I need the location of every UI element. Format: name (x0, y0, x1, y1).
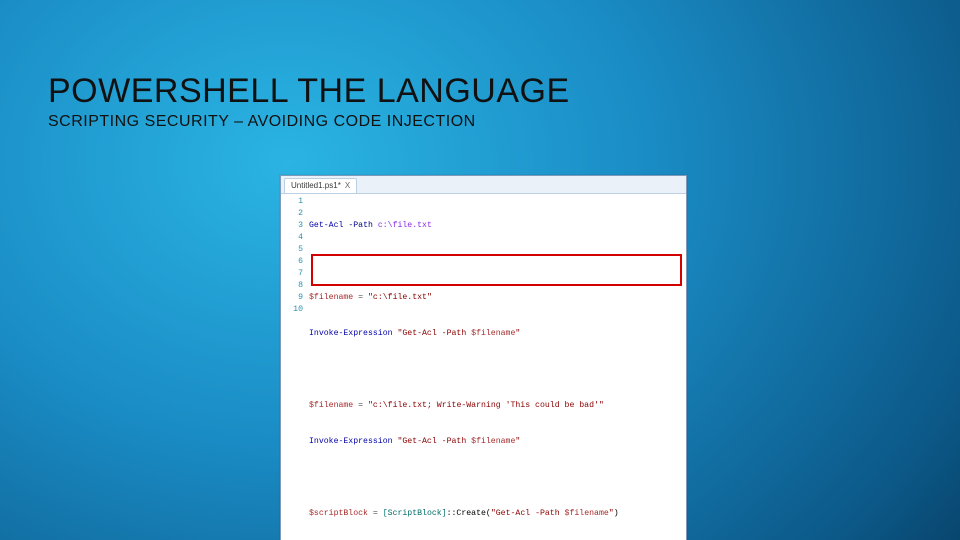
code-line: Get-Acl -Path c:\file.txt (309, 220, 686, 232)
line-number: 2 (281, 208, 303, 220)
code-editor: Untitled1.ps1* X 1 2 3 4 5 6 7 8 9 10 Ge… (280, 175, 687, 540)
tab-bar: Untitled1.ps1* X (281, 176, 686, 194)
slide-subtitle: SCRIPTING SECURITY – AVOIDING CODE INJEC… (48, 113, 912, 131)
line-number: 8 (281, 280, 303, 292)
tab-label: Untitled1.ps1* (291, 179, 341, 193)
code-line (309, 364, 686, 376)
code-line: Invoke-Expression "Get-Acl -Path $filena… (309, 328, 686, 340)
code-line (309, 256, 686, 268)
slide-title: POWERSHELL THE LANGUAGE (48, 72, 912, 111)
line-number: 5 (281, 244, 303, 256)
code-area: 1 2 3 4 5 6 7 8 9 10 Get-Acl -Path c:\fi… (281, 194, 686, 540)
line-number: 6 (281, 256, 303, 268)
code-line (309, 472, 686, 484)
code-line: Invoke-Expression "Get-Acl -Path $filena… (309, 436, 686, 448)
line-number: 10 (281, 304, 303, 316)
line-number: 1 (281, 196, 303, 208)
line-number: 9 (281, 292, 303, 304)
code-line: $filename = "c:\file.txt" (309, 292, 686, 304)
line-gutter: 1 2 3 4 5 6 7 8 9 10 (281, 196, 309, 540)
line-number: 3 (281, 220, 303, 232)
code-line: $filename = "c:\file.txt; Write-Warning … (309, 400, 686, 412)
close-icon[interactable]: X (345, 179, 350, 193)
code-lines[interactable]: Get-Acl -Path c:\file.txt $filename = "c… (309, 196, 686, 540)
tab-untitled[interactable]: Untitled1.ps1* X (284, 178, 357, 193)
line-number: 7 (281, 268, 303, 280)
code-line: $scriptBlock = [ScriptBlock]::Create("Ge… (309, 508, 686, 520)
line-number: 4 (281, 232, 303, 244)
